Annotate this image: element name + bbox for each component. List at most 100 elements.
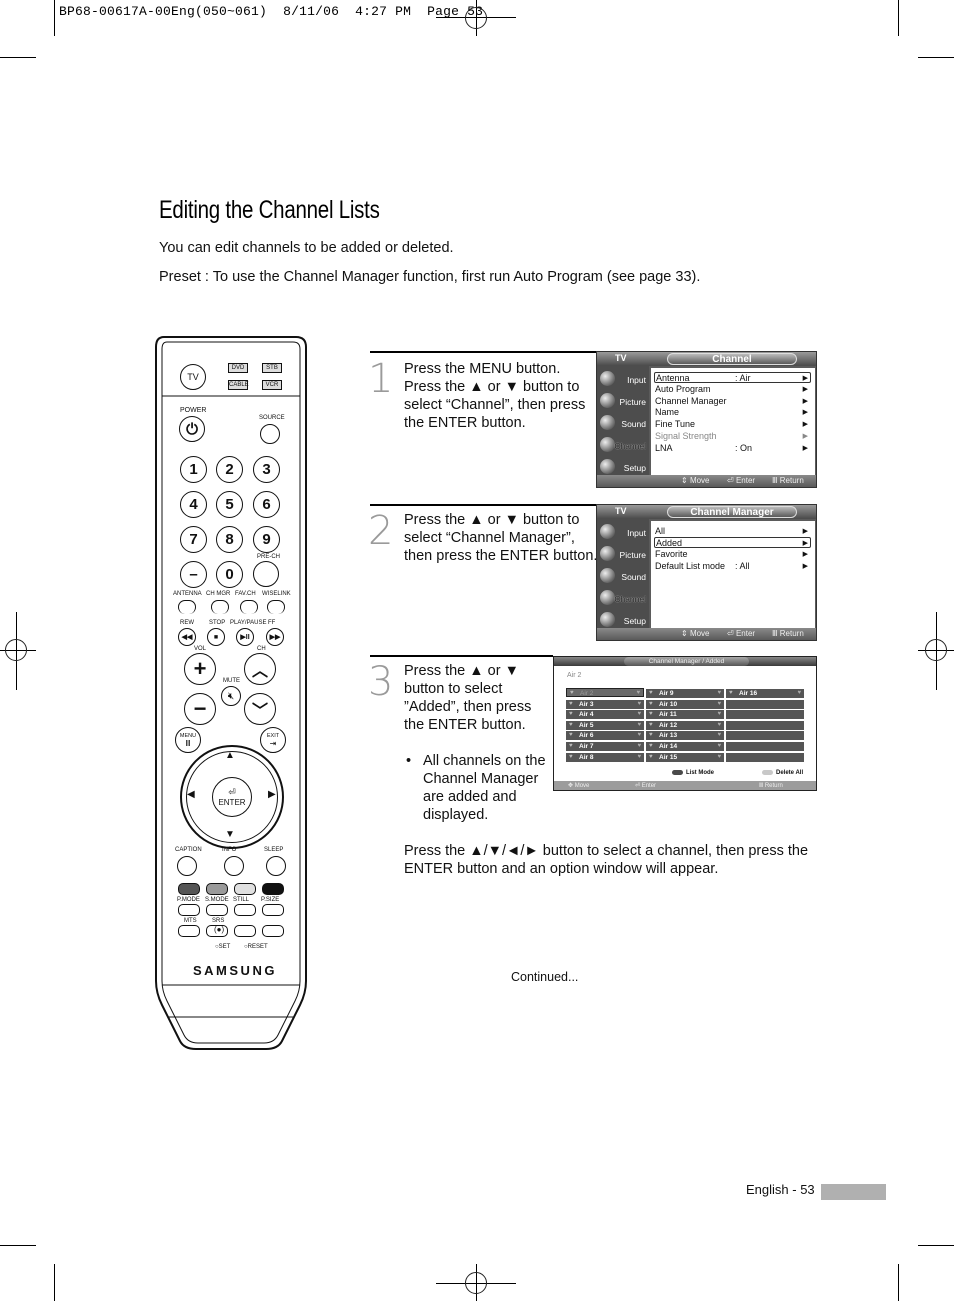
up-arrow-button[interactable]: ▲ <box>225 750 235 761</box>
step-line: the ENTER button. <box>404 717 526 733</box>
channel-cell[interactable]: ♥ Air 13 ♥ <box>646 731 724 741</box>
sleep-button[interactable] <box>266 856 286 876</box>
channel-cell[interactable]: ♥ Air 14 ♥ <box>646 742 724 751</box>
osd-row-channel-manager[interactable]: Channel Manager ▶ <box>655 396 810 407</box>
lower-button[interactable] <box>178 925 200 937</box>
down-arrow-button[interactable]: ▼ <box>225 829 235 840</box>
osd-row-antenna[interactable]: Antenna: Air ▶ <box>654 372 811 383</box>
digit-button[interactable]: 1 <box>180 456 207 483</box>
menu-button[interactable]: MENU Ⅲ <box>175 727 201 753</box>
digit-button[interactable]: 8 <box>216 526 243 553</box>
left-arrow-button[interactable]: ◀ <box>187 789 195 800</box>
digit-button[interactable]: 2 <box>216 456 243 483</box>
channel-cell[interactable]: ♥ Air 7 ♥ <box>566 742 644 751</box>
info-button[interactable] <box>224 856 244 876</box>
digit-button[interactable]: 4 <box>180 491 207 518</box>
osd-side-input[interactable]: Input <box>597 368 649 390</box>
lower-button[interactable] <box>262 925 284 937</box>
osd-tv-label: TV <box>615 353 627 363</box>
power-button[interactable]: ⏻ <box>179 416 205 442</box>
osd-side-sound[interactable]: Sound <box>597 412 649 434</box>
source-button[interactable] <box>260 424 280 444</box>
ch-up-button[interactable]: ︿ <box>244 653 276 685</box>
osd-row-all[interactable]: All ▶ <box>655 526 810 537</box>
channel-cell[interactable]: ♥ Air 12 ♥ <box>646 720 724 730</box>
channel-cell[interactable]: ♥ Air 16 ♥ <box>726 689 804 698</box>
channel-cell[interactable]: ♥ Air 5 ♥ <box>566 720 644 730</box>
digit-button[interactable]: 0 <box>216 561 243 588</box>
right-arrow-button[interactable]: ▶ <box>268 789 276 800</box>
digit-button[interactable]: 9 <box>253 526 280 553</box>
osd-row-favorite[interactable]: Favorite ▶ <box>655 549 810 560</box>
channel-name: Air 3 <box>579 700 594 708</box>
vol-down-button[interactable]: − <box>184 693 216 725</box>
channel-cell[interactable]: ♥ Air 6 ♥ <box>566 731 644 741</box>
osd-row-added[interactable]: Added ▶ <box>654 537 811 548</box>
antenna-button[interactable] <box>178 600 196 614</box>
osd-row-name[interactable]: Name ▶ <box>655 407 810 418</box>
enter-button[interactable]: ⏎ ENTER <box>212 777 252 817</box>
stb-mode-button[interactable]: STB <box>262 363 282 373</box>
favorite-icon: ♥ <box>637 700 641 707</box>
p-size-button[interactable] <box>262 904 284 916</box>
s-mode-button[interactable] <box>206 904 228 916</box>
p-mode-button-color[interactable] <box>178 883 200 895</box>
osd-row-lna[interactable]: LNA: On ▶ <box>655 443 810 454</box>
tv-mode-button[interactable]: TV <box>180 364 206 390</box>
dash-button[interactable]: – <box>180 561 207 588</box>
digit-button[interactable]: 6 <box>253 491 280 518</box>
delete-all-legend[interactable]: Delete All <box>762 770 803 776</box>
osd-row-auto-program[interactable]: Auto Program ▶ <box>655 384 810 395</box>
lower-button[interactable] <box>234 925 256 937</box>
stop-button[interactable]: ■ <box>207 628 225 646</box>
channel-cell[interactable]: ♥ Air 9 ♥ <box>646 689 724 698</box>
channel-cell[interactable]: ♥ Air 10 ♥ <box>646 699 724 709</box>
step-3-after: Press the ▲/▼/◄/► button to select a cha… <box>404 842 808 878</box>
cable-mode-button[interactable]: CABLE <box>228 380 249 390</box>
channel-cell[interactable]: ♥ Air 8 ♥ <box>566 752 644 762</box>
osd-side-sound[interactable]: Sound <box>597 565 649 587</box>
fav-ch-button[interactable] <box>240 600 258 614</box>
ff-button[interactable]: ▶▶ <box>266 628 284 646</box>
channel-cell[interactable]: ♥ Air 11 ♥ <box>646 710 724 720</box>
channel-cell[interactable]: ♥ Air 3 ♥ <box>566 699 644 709</box>
step-divider <box>370 655 553 657</box>
osd-side-channel[interactable]: Channel <box>597 434 649 456</box>
osd-side-picture[interactable]: Picture <box>597 543 649 565</box>
channel-cell[interactable]: ♥ Air 15 ♥ <box>646 752 724 762</box>
pre-ch-button[interactable] <box>253 561 279 587</box>
osd-side-picture[interactable]: Picture <box>597 390 649 412</box>
ch-mgr-button[interactable] <box>211 600 229 614</box>
ch-down-button[interactable]: ﹀ <box>244 693 276 725</box>
channel-cell[interactable]: ♥ Air 2 ♥ <box>566 688 644 697</box>
play-pause-button[interactable]: ▶II <box>236 628 254 646</box>
mute-button[interactable]: 🔇︎ <box>221 686 241 706</box>
rew-button[interactable]: ◀◀ <box>178 628 196 646</box>
channel-cell[interactable]: ♥ Air 4 ♥ <box>566 710 644 720</box>
osd-row-fine-tune[interactable]: Fine Tune ▶ <box>655 419 810 430</box>
dvd-mode-button[interactable]: DVD <box>228 363 248 373</box>
move-hint: ⇕ Move <box>681 476 710 485</box>
osd-side-input[interactable]: Input <box>597 521 649 543</box>
digit-button[interactable]: 7 <box>180 526 207 553</box>
exit-button[interactable]: EXIT ⇥ <box>260 727 286 753</box>
still-button-color[interactable] <box>234 883 256 895</box>
p-mode-button[interactable] <box>178 904 200 916</box>
s-mode-button-color[interactable] <box>206 883 228 895</box>
vcr-mode-button[interactable]: VCR <box>262 380 282 390</box>
function-label: SLEEP <box>264 847 284 853</box>
list-mode-legend[interactable]: List Mode <box>672 770 714 776</box>
still-button[interactable] <box>234 904 256 916</box>
arrow-right-icon: ▶ <box>802 445 808 452</box>
osd-side-channel[interactable]: Channel <box>597 587 649 609</box>
digit-button[interactable]: 5 <box>216 491 243 518</box>
channel-name: Air 12 <box>659 721 678 729</box>
wiselink-button[interactable] <box>267 600 285 614</box>
osd-row-default-list-mode[interactable]: Default List mode: All ▶ <box>655 561 810 572</box>
registration-mark <box>5 639 27 661</box>
caption-button[interactable] <box>177 856 197 876</box>
digit-button[interactable]: 3 <box>253 456 280 483</box>
crop-mark <box>918 57 954 58</box>
p-size-button-color[interactable] <box>262 883 284 895</box>
vol-up-button[interactable]: + <box>184 653 216 685</box>
